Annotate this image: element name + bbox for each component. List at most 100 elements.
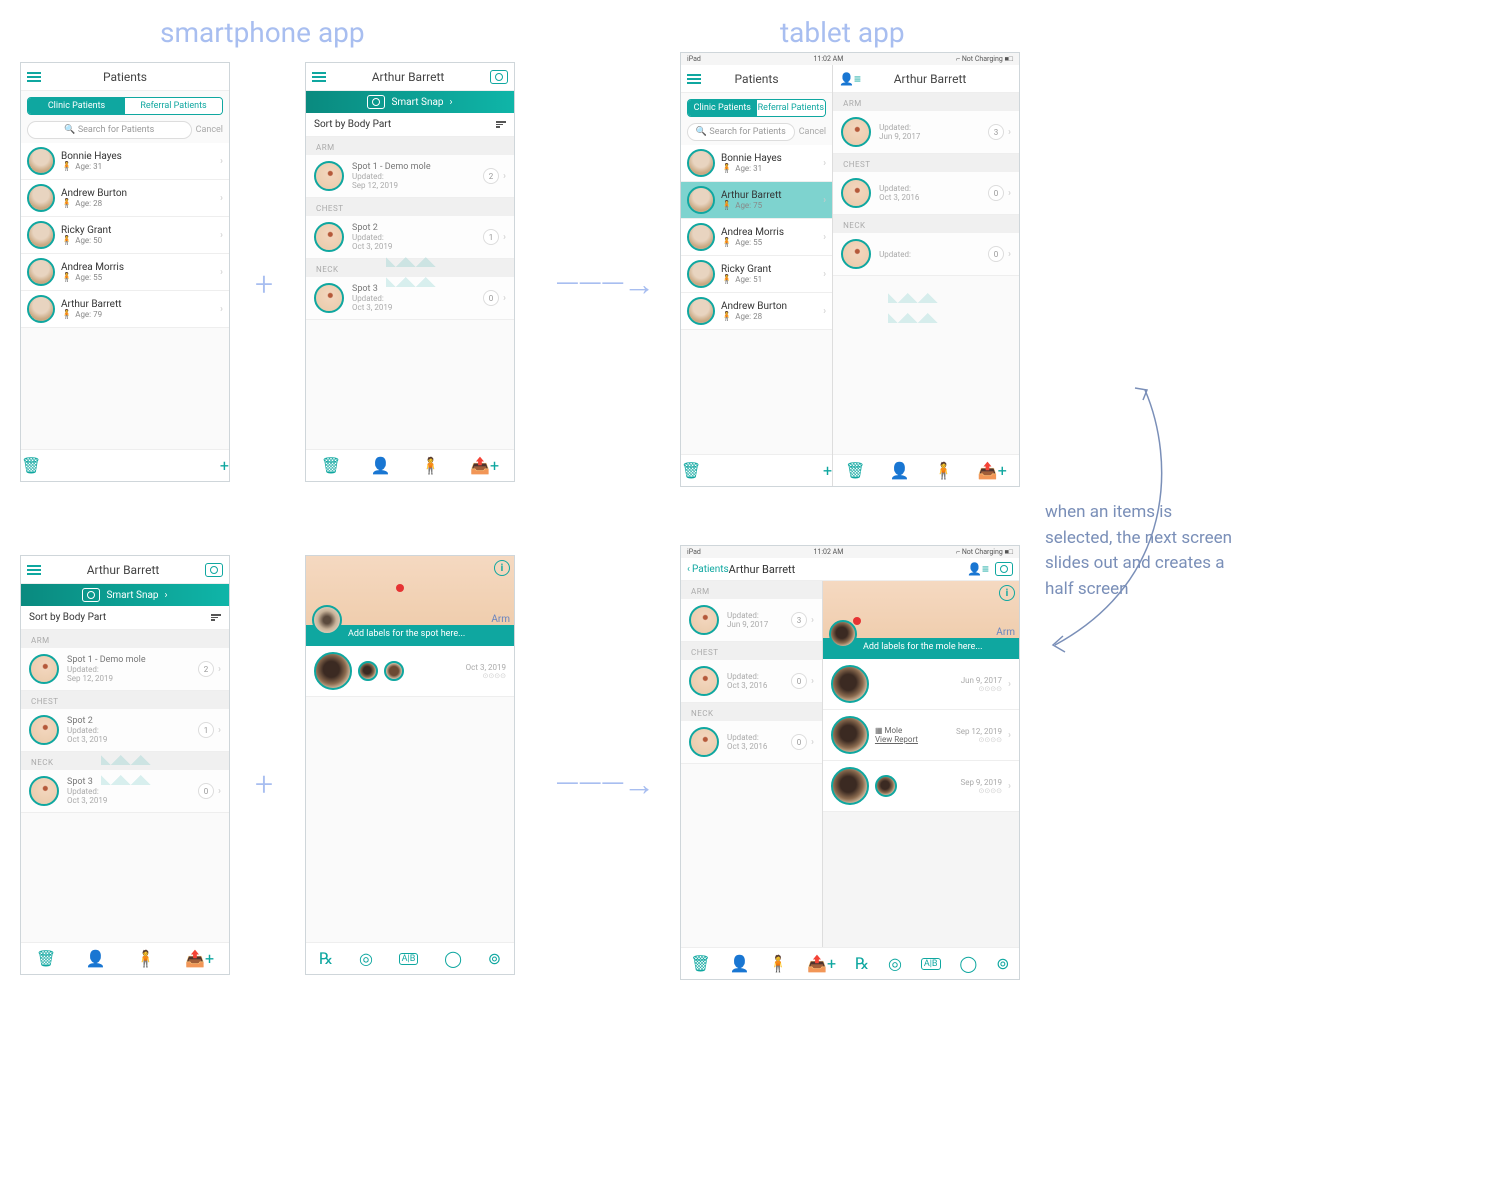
spot-marker[interactable]: [853, 617, 861, 625]
info-icon[interactable]: i: [999, 585, 1015, 601]
tab-clinic[interactable]: Clinic Patients: [28, 98, 125, 114]
camera-icon[interactable]: [490, 70, 508, 84]
spot-row[interactable]: Spot 1 - Demo moleUpdated:Sep 12, 2019 2…: [306, 155, 514, 198]
mole-image[interactable]: [831, 716, 869, 754]
mole-image-small[interactable]: [875, 775, 897, 797]
share-icon[interactable]: 📤+: [807, 954, 836, 973]
compare-icon[interactable]: A|B: [399, 953, 419, 965]
search-input[interactable]: 🔍 Search for Patients: [687, 123, 795, 141]
mole-image[interactable]: [831, 767, 869, 805]
trash-icon[interactable]: 🗑: [21, 456, 41, 475]
patient-type-tabs[interactable]: Clinic Patients Referral Patients: [687, 99, 826, 117]
spot-row[interactable]: Spot 1 - Demo moleUpdated:Sep 12, 2019 2…: [21, 648, 229, 691]
body-front-icon[interactable]: 👤: [371, 456, 391, 475]
snapshot-row[interactable]: Sep 9, 2019⊙⊙⊙⊙ ›: [823, 761, 1019, 812]
mole-image-small[interactable]: [358, 661, 378, 681]
sort-icon[interactable]: [211, 614, 221, 621]
smart-snap-bar[interactable]: Smart Snap›: [306, 91, 514, 113]
spot-row[interactable]: Updated:Jun 9, 2017 3 ›: [833, 111, 1019, 154]
patient-row[interactable]: Edit Ricky Grant🧍Age: 50 ›: [21, 217, 229, 254]
menu-icon[interactable]: [27, 565, 41, 575]
target-icon[interactable]: ◎: [888, 954, 902, 973]
rx-icon[interactable]: ℞: [855, 954, 869, 973]
add-icon[interactable]: +: [220, 456, 229, 475]
patient-row[interactable]: Edit Andrew Burton🧍Age: 28 ›: [21, 180, 229, 217]
patient-row[interactable]: Edit Bonnie Hayes🧍Age: 31 ›: [21, 143, 229, 180]
spot-row[interactable]: Spot 3Updated:Oct 3, 2019 0 ›: [306, 277, 514, 320]
spot-marker[interactable]: [396, 584, 404, 592]
spot-row[interactable]: Spot 2Updated:Oct 3, 2019 1 ›: [306, 216, 514, 259]
share-icon[interactable]: 📤+: [185, 949, 214, 968]
menu-icon[interactable]: [687, 74, 701, 84]
add-icon[interactable]: +: [823, 461, 832, 480]
tab-referral[interactable]: Referral Patients: [757, 100, 826, 116]
sort-icon[interactable]: [496, 121, 506, 128]
trash-icon[interactable]: 🗑: [681, 461, 701, 480]
spot-row[interactable]: Updated: 0 ›: [833, 233, 1019, 276]
body-back-icon[interactable]: 🧍: [934, 461, 954, 480]
patient-row[interactable]: Bonnie Hayes🧍Age: 31 ›: [681, 145, 832, 182]
share-icon[interactable]: 📤+: [470, 456, 499, 475]
patient-type-tabs[interactable]: Clinic Patients Referral Patients: [27, 97, 223, 115]
body-region-hero[interactable]: i Arm Add labels for the spot here...: [306, 556, 514, 646]
label-prompt[interactable]: Add labels for the spot here...: [348, 629, 465, 639]
patient-row[interactable]: Ref Arthur Barrett🧍Age: 79 ›: [21, 291, 229, 328]
spot-row[interactable]: Spot 3Updated:Oct 3, 2019 0 ›: [21, 770, 229, 813]
smart-snap-bar[interactable]: Smart Snap›: [21, 584, 229, 606]
cancel-button[interactable]: Cancel: [196, 125, 223, 135]
shutter-icon[interactable]: ⊚: [488, 949, 501, 968]
body-back-icon[interactable]: 🧍: [420, 456, 440, 475]
body-back-icon[interactable]: 🧍: [135, 949, 155, 968]
spot-row[interactable]: Updated:Jun 9, 2017 3 ›: [681, 599, 822, 642]
mole-thumbnail[interactable]: [829, 620, 857, 648]
body-region-hero[interactable]: i Arm Add labels for the mole here...: [823, 581, 1019, 659]
spot-row[interactable]: Updated:Oct 3, 2016 0 ›: [833, 172, 1019, 215]
body-front-icon[interactable]: 👤: [730, 954, 750, 973]
spot-thumbnail: [689, 727, 719, 757]
trash-icon[interactable]: 🗑: [690, 954, 710, 973]
back-button[interactable]: ‹ Patients: [687, 564, 729, 575]
spot-row[interactable]: Spot 2Updated:Oct 3, 2019 1 ›: [21, 709, 229, 752]
patient-row[interactable]: Andrew Burton🧍Age: 28 ›: [681, 293, 832, 330]
trash-icon[interactable]: 🗑: [845, 461, 865, 480]
body-front-icon[interactable]: 👤: [86, 949, 106, 968]
mole-image-small[interactable]: [384, 661, 404, 681]
rx-icon[interactable]: ℞: [319, 949, 333, 968]
patient-row[interactable]: Andrea Morris🧍Age: 55 ›: [681, 219, 832, 256]
label-prompt[interactable]: Add labels for the mole here...: [863, 642, 983, 652]
patient-row[interactable]: Arthur Barrett🧍Age: 75 ›: [681, 182, 832, 219]
menu-icon[interactable]: [312, 72, 326, 82]
share-icon[interactable]: 📤+: [978, 461, 1007, 480]
menu-icon[interactable]: [27, 72, 41, 82]
spot-thumbnail: [314, 283, 344, 313]
patient-row[interactable]: Edit Andrea Morris🧍Age: 55 ›: [21, 254, 229, 291]
camera-icon[interactable]: [995, 562, 1013, 576]
circle-icon[interactable]: ◯: [959, 954, 977, 973]
search-input[interactable]: 🔍 Search for Patients: [27, 121, 192, 139]
circle-icon[interactable]: ◯: [444, 949, 462, 968]
spot-row[interactable]: Updated:Oct 3, 2016 0 ›: [681, 660, 822, 703]
user-nav-icon[interactable]: 👤≡: [839, 72, 861, 86]
trash-icon[interactable]: 🗑: [36, 949, 56, 968]
avatar: Edit: [27, 184, 55, 212]
patient-row[interactable]: Ricky Grant🧍Age: 51 ›: [681, 256, 832, 293]
body-front-icon[interactable]: 👤: [890, 461, 910, 480]
body-back-icon[interactable]: 🧍: [768, 954, 788, 973]
target-icon[interactable]: ◎: [359, 949, 373, 968]
mole-image[interactable]: [831, 665, 869, 703]
tab-clinic[interactable]: Clinic Patients: [688, 100, 757, 116]
cancel-button[interactable]: Cancel: [799, 127, 826, 137]
mole-image[interactable]: [314, 652, 352, 690]
tab-referral[interactable]: Referral Patients: [125, 98, 222, 114]
shutter-icon[interactable]: ⊚: [996, 954, 1009, 973]
spot-row[interactable]: Updated:Oct 3, 2016 0 ›: [681, 721, 822, 764]
snapshot-row[interactable]: Jun 9, 2017⊙⊙⊙⊙ ›: [823, 659, 1019, 710]
trash-icon[interactable]: 🗑: [321, 456, 341, 475]
mole-thumbnail[interactable]: [312, 605, 342, 635]
compare-icon[interactable]: A|B: [921, 958, 941, 970]
camera-icon[interactable]: [205, 563, 223, 577]
user-nav-icon[interactable]: 👤≡: [967, 562, 989, 576]
snapshot-row[interactable]: Oct 3, 2019 ⊙⊙⊙⊙: [306, 646, 514, 697]
snapshot-row[interactable]: ▦ MoleView Report Sep 12, 2019⊙⊙⊙⊙ ›: [823, 710, 1019, 761]
info-icon[interactable]: i: [494, 560, 510, 576]
